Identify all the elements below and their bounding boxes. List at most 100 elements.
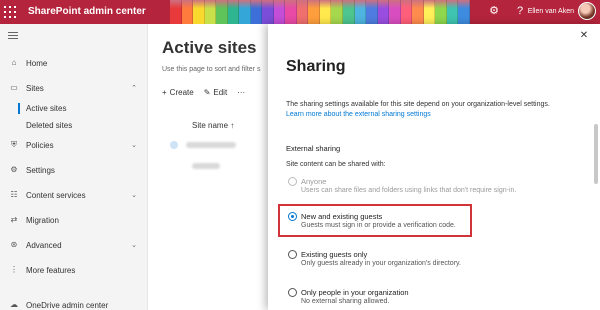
crayon-stripe [423, 0, 436, 24]
nav-item-label: Sites [26, 83, 44, 93]
crayon-stripe [216, 0, 228, 24]
nav-item-label: Home [26, 58, 48, 68]
top-bar: SharePoint admin center ⚙ ? Ellen van Ak… [0, 0, 600, 24]
onedrive-icon: ☁ [10, 300, 18, 309]
chevron-down-icon: ⌄ [131, 192, 137, 199]
crayon-stripe [170, 0, 182, 24]
panel-title: Sharing [286, 58, 346, 75]
content-share-label: Site content can be shared with: [286, 161, 386, 168]
nav-item-label: Settings [26, 165, 55, 175]
home-icon: ⌂ [11, 58, 17, 67]
account-menu[interactable]: Ellen van Aken [528, 2, 596, 20]
crayon-stripe [435, 0, 447, 24]
nav-subitem-active-sites[interactable]: Active sites [17, 103, 66, 114]
chevron-up-icon: ⌃ [131, 85, 137, 92]
more-actions-button[interactable]: ··· [237, 88, 245, 97]
option-description: Only guests already in your organization… [301, 260, 461, 267]
gear-icon: ⚙ [10, 165, 18, 174]
option-label: Anyone [301, 177, 327, 186]
waffle-icon[interactable] [4, 6, 16, 18]
crayon-stripe [193, 0, 205, 24]
crayon-stripe [308, 0, 320, 24]
crayon-stripe [250, 0, 263, 24]
nav-item-home[interactable]: ⌂ Home [8, 56, 143, 70]
panel-scrollbar[interactable] [594, 124, 598, 184]
header-banner-image [170, 0, 470, 24]
nav-item-more-features[interactable]: ⋮ More features [8, 263, 143, 277]
add-icon: + [162, 88, 167, 97]
nav-item-label: Content services [26, 190, 86, 200]
app-title[interactable]: SharePoint admin center [28, 6, 146, 17]
crayon-stripe [285, 0, 297, 24]
nav-item-settings[interactable]: ⚙ Settings [8, 163, 143, 177]
sharing-description: The sharing settings available for this … [286, 101, 550, 108]
crayon-stripe [354, 0, 367, 24]
option-description: Users can share files and folders using … [301, 187, 517, 194]
help-icon[interactable]: ? [512, 5, 528, 17]
avatar[interactable] [578, 2, 596, 20]
edit-label: Edit [213, 88, 228, 97]
edit-button[interactable]: ✎ Edit [204, 88, 228, 97]
nav-item-sites[interactable]: ▭ Sites ⌃ [8, 81, 143, 95]
user-name: Ellen van Aken [527, 7, 574, 15]
nav-item-label: Advanced [26, 240, 62, 250]
radio-only-people-in-org[interactable] [288, 288, 297, 297]
create-button[interactable]: + Create [162, 88, 194, 97]
page-title: Active sites [162, 38, 257, 57]
crayon-stripe [366, 0, 378, 24]
nav-item-onedrive[interactable]: ☁ OneDrive admin center [8, 298, 143, 310]
nav-item-label: More features [26, 265, 76, 275]
more-features-icon: ⋮ [10, 265, 18, 274]
option-description: No external sharing allowed. [301, 298, 390, 305]
crayon-stripe [262, 0, 274, 24]
crayon-stripe [412, 0, 424, 24]
blurred-site-name [192, 163, 220, 169]
crayon-stripe [204, 0, 217, 24]
nav-item-migration[interactable]: ⇄ Migration [8, 213, 143, 227]
option-label: Only people in your organization [301, 288, 409, 297]
command-bar: + Create ✎ Edit ··· [162, 88, 245, 97]
option-label: Existing guests only [301, 250, 368, 259]
crayon-stripe [446, 0, 459, 24]
table-row[interactable] [170, 141, 236, 149]
close-icon[interactable]: ✕ [578, 30, 590, 42]
policies-icon: ⛨ [11, 140, 17, 149]
row-select-icon [170, 141, 178, 149]
left-navigation: ⌂ Home ▭ Sites ⌃ Active sites Deleted si… [0, 24, 148, 310]
chevron-down-icon: ⌄ [131, 242, 137, 249]
nav-item-label: OneDrive admin center [26, 300, 109, 310]
nav-item-advanced[interactable]: ⊛ Advanced ⌄ [8, 238, 143, 252]
learn-more-link[interactable]: Learn more about the external sharing se… [286, 110, 586, 120]
radio-anyone [288, 177, 297, 186]
create-label: Create [169, 88, 194, 97]
more-icon: ··· [237, 88, 246, 97]
crayon-stripe [389, 0, 401, 24]
hamburger-menu-icon[interactable] [8, 32, 18, 40]
advanced-icon: ⊛ [10, 240, 18, 249]
table-row[interactable] [192, 163, 220, 169]
edit-icon: ✎ [203, 88, 211, 97]
crayon-stripe [342, 0, 355, 24]
crayon-stripe [458, 0, 470, 24]
crayon-stripe [227, 0, 240, 24]
blurred-site-name [186, 142, 236, 148]
crayon-stripe [319, 0, 332, 24]
crayon-stripe [296, 0, 309, 24]
section-title: External sharing [286, 144, 341, 153]
crayon-stripe [377, 0, 390, 24]
radio-existing-guests-only[interactable] [288, 250, 297, 259]
crayon-stripe [331, 0, 343, 24]
column-header-site-name[interactable]: Site name ↑ [192, 121, 234, 130]
gear-icon[interactable]: ⚙ [486, 4, 502, 17]
sites-icon: ▭ [10, 83, 18, 92]
nav-subitem-deleted-sites[interactable]: Deleted sites [26, 121, 72, 130]
nav-item-content-services[interactable]: ☷ Content services ⌄ [8, 188, 143, 202]
nav-item-label: Migration [26, 215, 59, 225]
content-services-icon: ☷ [10, 190, 18, 199]
crayon-stripe [181, 0, 194, 24]
crayon-stripe [400, 0, 413, 24]
panel-description: The sharing settings available for this … [286, 100, 586, 120]
nav-item-policies[interactable]: ⛨ Policies ⌄ [8, 138, 143, 152]
chevron-down-icon: ⌄ [131, 142, 137, 149]
page-description: Use this page to sort and filter s [162, 66, 261, 73]
